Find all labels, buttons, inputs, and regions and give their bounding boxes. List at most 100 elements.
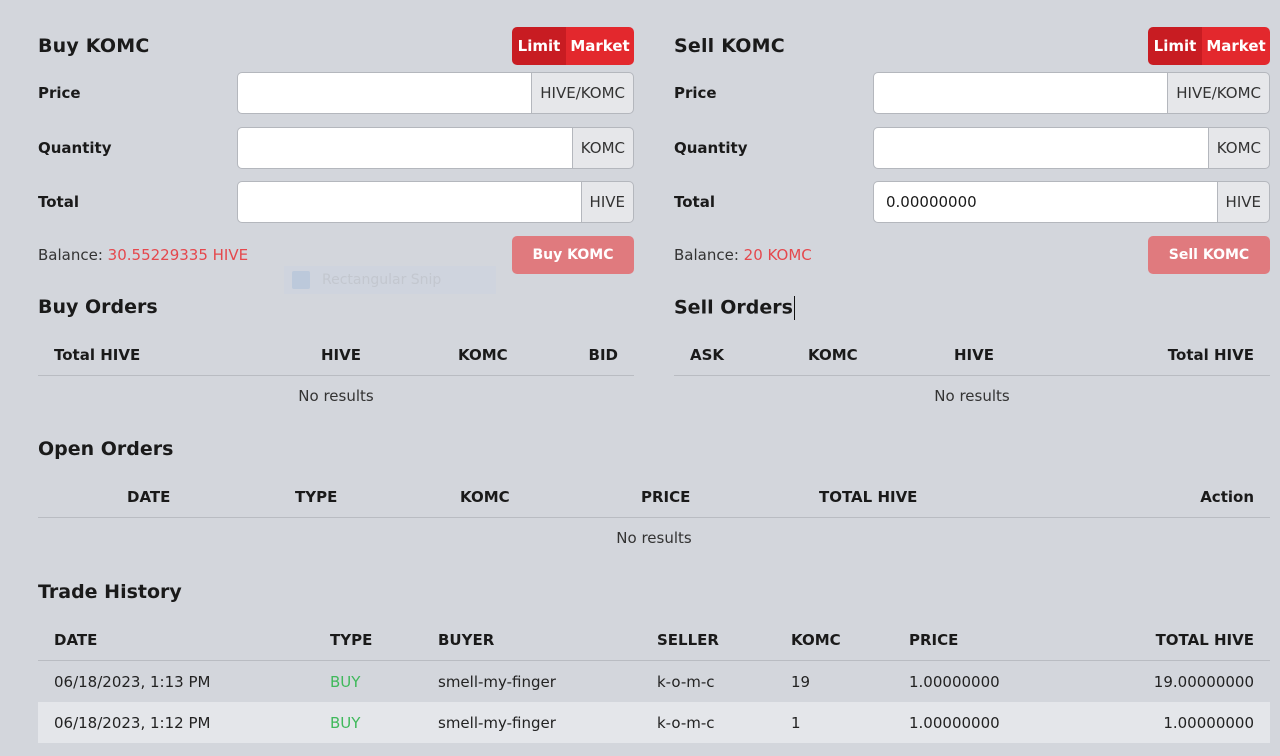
trade-type: BUY [330,713,361,732]
sell-orders-header: ASK KOMC HIVE Total HIVE [674,334,1270,376]
col-komc: KOMC [458,345,508,364]
col-komc: KOMC [791,630,841,649]
trade-date: 06/18/2023, 1:13 PM [54,672,211,691]
col-price: PRICE [641,487,691,506]
col-seller: SELLER [657,630,719,649]
trade-price: 1.00000000 [909,672,1000,691]
trade-history-title: Trade History [38,581,182,603]
buy-total-row: Total HIVE [38,181,634,223]
sell-total-input[interactable] [873,181,1217,223]
sell-orders-table: ASK KOMC HIVE Total HIVE No results [674,334,1270,416]
sell-quantity-unit: KOMC [1207,127,1270,169]
col-bid: BID [588,345,618,364]
sell-orders-title: Sell Orders [674,296,795,320]
sell-price-group: HIVE/KOMC [873,72,1270,114]
buy-price-label: Price [38,84,81,102]
buy-orders-table: Total HIVE HIVE KOMC BID No results [38,334,634,416]
sell-form-header: Sell KOMC Limit Market [674,27,1270,65]
buy-quantity-group: KOMC [237,127,634,169]
col-date: DATE [54,630,98,649]
col-total-hive: TOTAL HIVE [819,487,918,506]
trade-price: 1.00000000 [909,713,1000,732]
buy-price-unit: HIVE/KOMC [531,72,634,114]
trade-komc: 19 [791,672,811,691]
col-ask: ASK [690,345,725,364]
sell-form: Sell KOMC Limit Market Price HIVE/KOMC Q… [674,27,1270,274]
trade-history-table: DATE TYPE BUYER SELLER KOMC PRICE TOTAL … [38,619,1270,743]
buy-balance-value[interactable]: 30.55229335 HIVE [108,246,248,264]
buy-quantity-label: Quantity [38,139,112,157]
buy-order-type-toggle: Limit Market [512,27,634,65]
buy-form: Buy KOMC Limit Market Price HIVE/KOMC Qu… [38,27,634,274]
sell-balance-label: Balance: [674,246,739,264]
sell-total-group: HIVE [873,181,1270,223]
buy-total-input[interactable] [237,181,581,223]
sell-market-button[interactable]: Market [1202,27,1270,65]
sell-balance-value[interactable]: 20 KOMC [744,246,812,264]
buy-orders-empty: No results [298,387,374,405]
sell-quantity-group: KOMC [873,127,1270,169]
buy-submit-button[interactable]: Buy KOMC [512,236,634,274]
trade-type: BUY [330,672,361,691]
col-buyer: BUYER [438,630,495,649]
buy-quantity-unit: KOMC [571,127,634,169]
open-orders-empty: No results [616,529,692,547]
buy-limit-button[interactable]: Limit [512,27,566,65]
buy-total-unit: HIVE [580,181,634,223]
buy-quantity-row: Quantity KOMC [38,127,634,169]
col-hive: HIVE [954,345,994,364]
snip-overlay-label: Rectangular Snip [322,272,442,288]
buy-orders-header: Total HIVE HIVE KOMC BID [38,334,634,376]
sell-order-type-toggle: Limit Market [1148,27,1270,65]
col-komc: KOMC [808,345,858,364]
sell-total-row: Total HIVE [674,181,1270,223]
rectangular-snip-overlay: Rectangular Snip [284,266,496,294]
trade-seller: k-o-m-c [657,713,715,732]
buy-price-input[interactable] [237,72,532,114]
sell-quantity-label: Quantity [674,139,748,157]
table-row: 06/18/2023, 1:12 PM BUY smell-my-finger … [38,702,1270,743]
buy-form-header: Buy KOMC Limit Market [38,27,634,65]
buy-orders-title: Buy Orders [38,296,158,318]
open-orders-title: Open Orders [38,438,174,460]
col-action: Action [1200,487,1254,506]
buy-market-button[interactable]: Market [566,27,634,65]
trade-total-hive: 19.00000000 [1153,672,1254,691]
trade-seller: k-o-m-c [657,672,715,691]
buy-total-group: HIVE [237,181,634,223]
trade-buyer: smell-my-finger [438,713,556,732]
sell-price-input[interactable] [873,72,1168,114]
col-price: PRICE [909,630,959,649]
col-type: TYPE [295,487,338,506]
trade-buyer: smell-my-finger [438,672,556,691]
sell-balance-row: Balance: 20 KOMC Sell KOMC [674,236,1270,274]
snip-icon [292,271,310,289]
table-row: 06/18/2023, 1:13 PM BUY smell-my-finger … [38,661,1270,702]
sell-total-unit: HIVE [1216,181,1270,223]
col-total-hive: Total HIVE [54,345,141,364]
col-total-hive: TOTAL HIVE [1155,630,1254,649]
sell-form-title: Sell KOMC [674,35,785,57]
col-komc: KOMC [460,487,510,506]
sell-total-label: Total [674,193,715,211]
buy-balance-label: Balance: [38,246,103,264]
sell-price-row: Price HIVE/KOMC [674,72,1270,114]
sell-quantity-row: Quantity KOMC [674,127,1270,169]
buy-form-title: Buy KOMC [38,35,150,57]
sell-quantity-input[interactable] [873,127,1208,169]
text-cursor [793,296,795,320]
col-date: DATE [127,487,171,506]
col-hive: HIVE [321,345,361,364]
sell-orders-empty: No results [934,387,1010,405]
sell-balance: Balance: 20 KOMC [674,246,812,264]
buy-quantity-input[interactable] [237,127,572,169]
open-orders-table: DATE TYPE KOMC PRICE TOTAL HIVE Action N… [38,476,1270,558]
buy-balance: Balance: 30.55229335 HIVE [38,246,248,264]
trade-date: 06/18/2023, 1:12 PM [54,713,211,732]
sell-price-unit: HIVE/KOMC [1167,72,1270,114]
sell-submit-button[interactable]: Sell KOMC [1148,236,1270,274]
sell-limit-button[interactable]: Limit [1148,27,1202,65]
trade-komc: 1 [791,713,801,732]
buy-price-row: Price HIVE/KOMC [38,72,634,114]
buy-price-group: HIVE/KOMC [237,72,634,114]
